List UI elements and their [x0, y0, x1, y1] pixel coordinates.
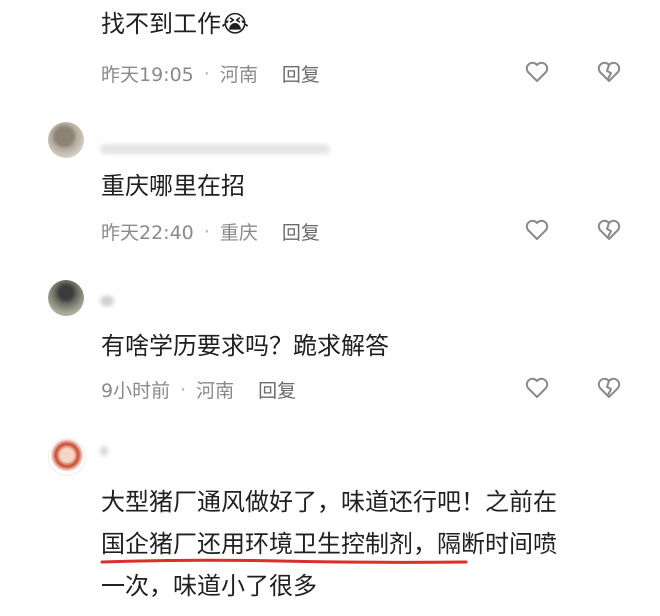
comment-meta: 昨天22:40 · 重庆 回复	[101, 218, 320, 245]
like-heart-icon[interactable]	[524, 375, 550, 401]
comment-meta: 昨天19:05 · 河南 回复	[101, 60, 320, 87]
reply-button[interactable]: 回复	[258, 376, 296, 403]
like-heart-icon[interactable]	[524, 217, 550, 243]
comment-time: 昨天22:40	[101, 222, 194, 244]
separator-dot: ·	[180, 378, 187, 401]
like-heart-icon[interactable]	[524, 59, 550, 85]
red-underline-mark	[100, 558, 468, 564]
comment-location: 河南	[219, 64, 258, 86]
comment-time: 昨天19:05	[101, 64, 194, 86]
comment-location: 河南	[196, 380, 235, 402]
comment-location: 重庆	[219, 222, 258, 244]
comment-meta: 9小时前 · 河南 回复	[101, 376, 296, 403]
comment-time: 9小时前	[101, 380, 171, 402]
comment-line-3: 一次，味道小了很多	[101, 572, 317, 600]
comment-text: 有啥学历要求吗？跪求解答	[101, 332, 389, 360]
dislike-broken-heart-icon[interactable]	[596, 59, 622, 85]
dislike-broken-heart-icon[interactable]	[596, 217, 622, 243]
crying-emoji: 😭	[221, 10, 250, 38]
comment-text: 找不到工作😭	[101, 10, 250, 38]
comment-text: 重庆哪里在招	[101, 172, 245, 200]
avatar[interactable]	[48, 280, 84, 316]
reply-button[interactable]: 回复	[282, 60, 320, 87]
avatar[interactable]	[48, 438, 86, 476]
reply-button[interactable]: 回复	[282, 218, 320, 245]
username-placeholder	[100, 296, 114, 306]
separator-dot: ·	[203, 220, 210, 243]
username-placeholder	[100, 446, 108, 456]
avatar[interactable]	[48, 122, 84, 158]
separator-dot: ·	[203, 62, 210, 85]
username-placeholder	[100, 144, 330, 154]
comment-line-1: 大型猪厂通风做好了，味道还行吧！之前在	[101, 488, 557, 516]
dislike-broken-heart-icon[interactable]	[596, 375, 622, 401]
